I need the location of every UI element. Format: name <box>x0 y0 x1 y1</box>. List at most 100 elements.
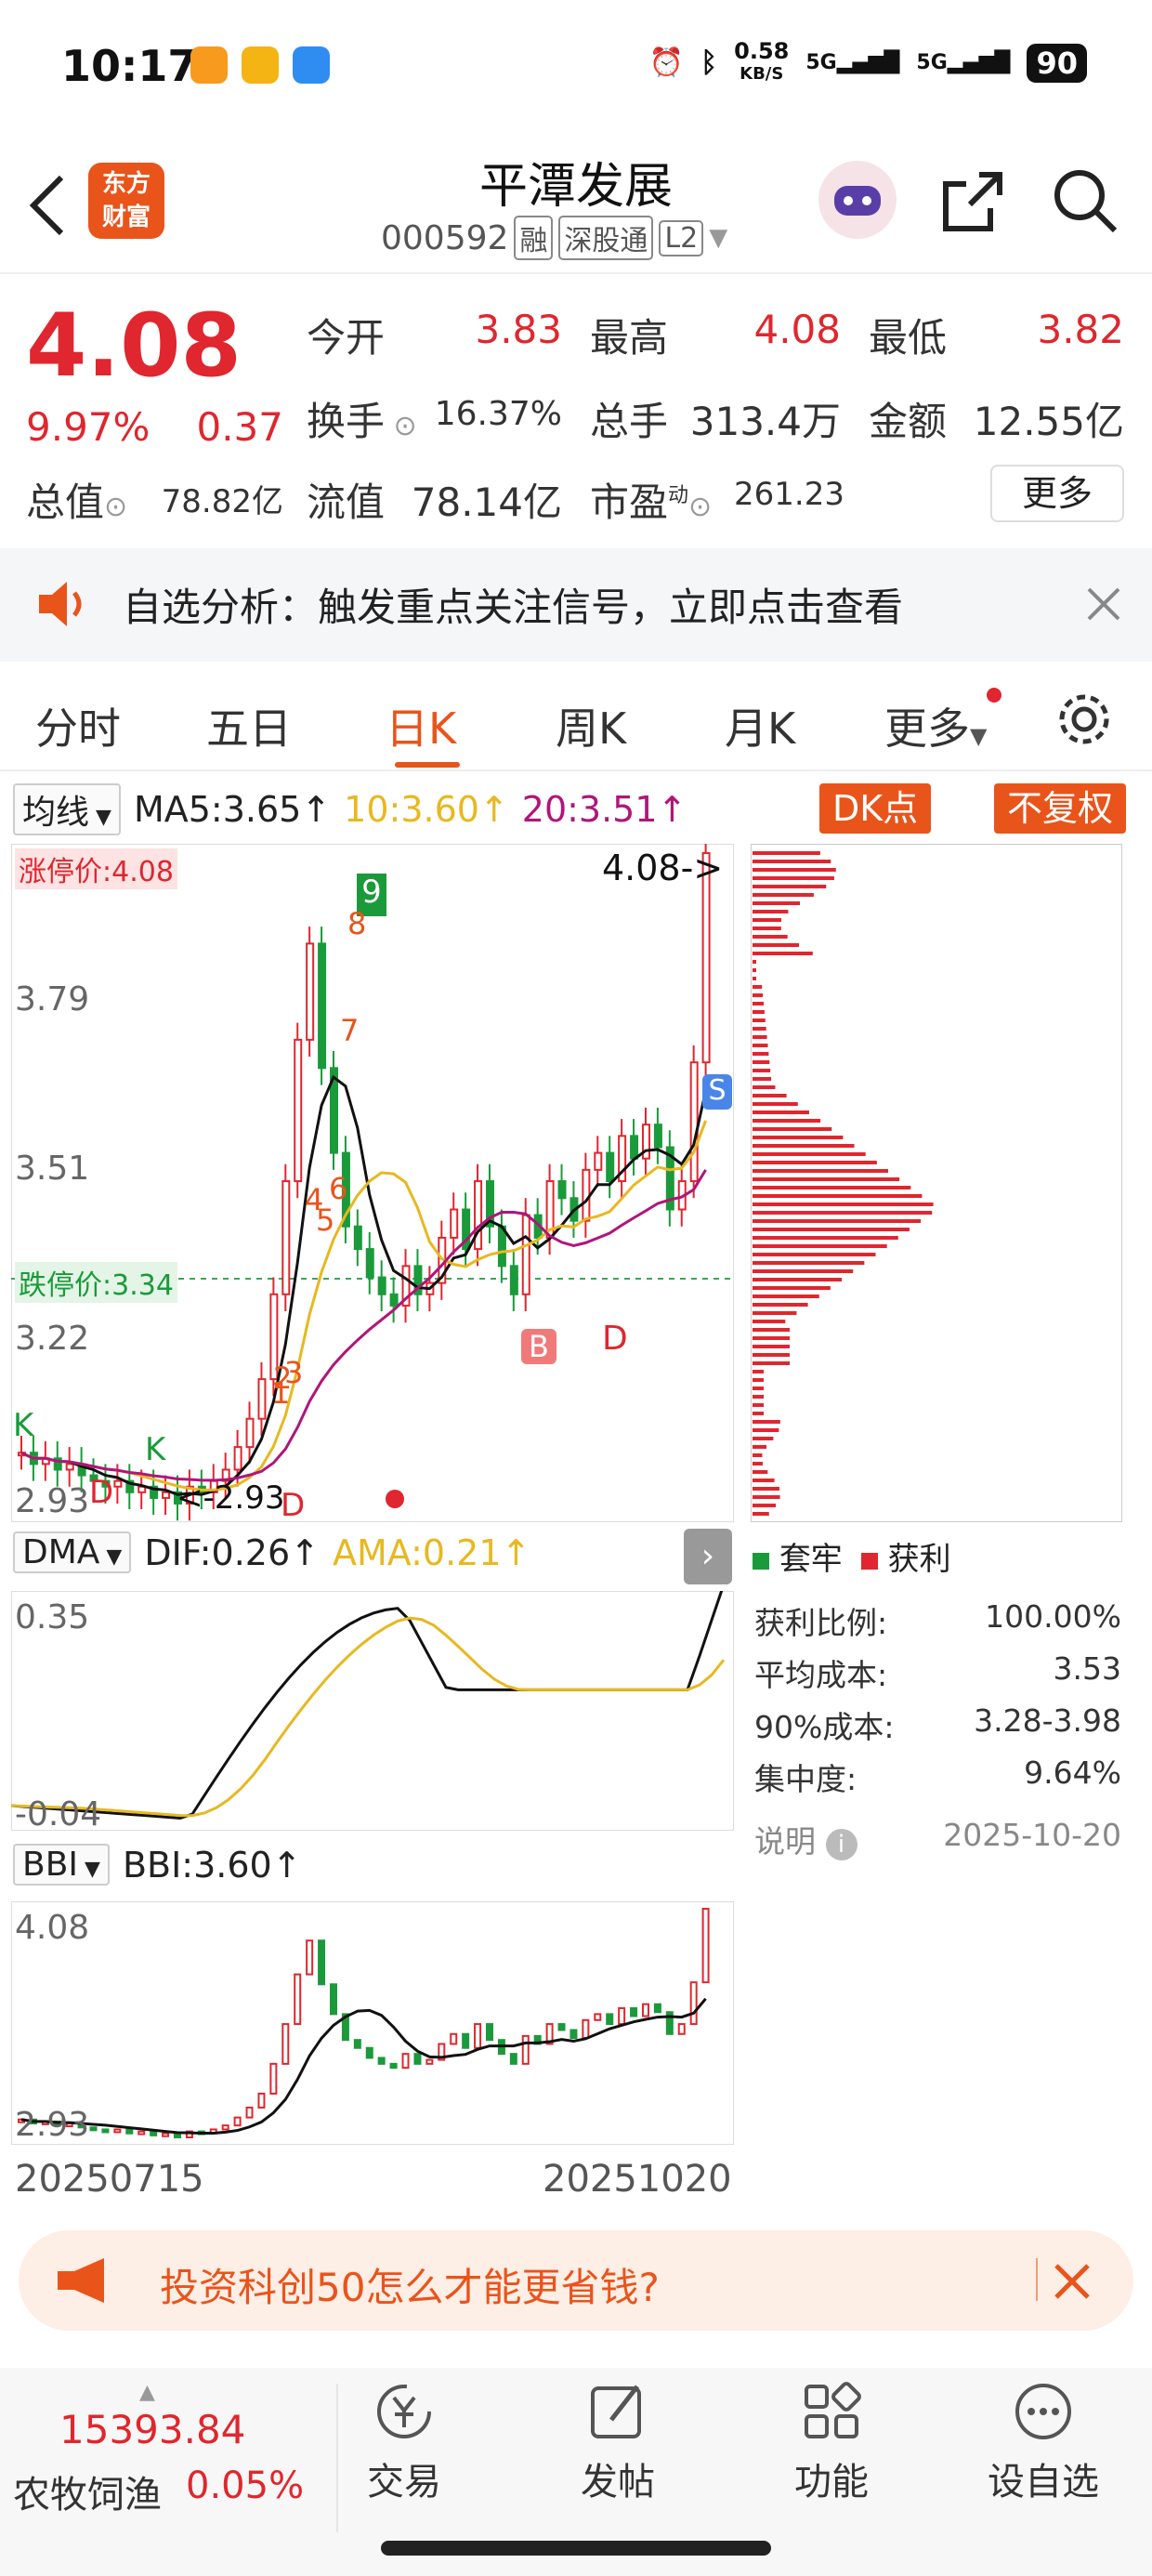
up-caret-icon: ▲ <box>139 2381 155 2404</box>
high-tag: 4.08-> <box>602 848 724 888</box>
analysis-banner[interactable]: 自选分析：触发重点关注信号，立即点击查看 <box>0 548 1152 662</box>
dma-selector[interactable]: DMA ▼ <box>13 1531 132 1573</box>
stock-code-row[interactable]: 000592 融 深股通 L2 ▼ <box>381 216 727 260</box>
last-price: 4.08 <box>26 296 242 397</box>
bbi-candle <box>137 2130 146 2136</box>
d-marker-2: D <box>89 1474 114 1511</box>
chip-bar <box>753 910 789 913</box>
signal-marker-7: 7 <box>340 1013 360 1048</box>
bbi-y-bottom: 2.93 <box>15 2106 90 2144</box>
amount-value: 12.55亿 <box>973 399 1124 444</box>
chip-bar <box>753 1378 764 1382</box>
y-label-2: 3.51 <box>15 1150 90 1188</box>
amount-label: 金额 <box>869 399 948 444</box>
chip-bar <box>753 860 831 863</box>
app-icon-3 <box>293 46 330 84</box>
dma-y-bottom: -0.04 <box>15 1795 102 1833</box>
candle-body <box>113 1479 123 1488</box>
chip-bar <box>753 1069 771 1072</box>
panel-switch-arrow-icon[interactable]: › <box>684 1529 732 1584</box>
sell-marker: S <box>702 1074 732 1110</box>
chip-bar <box>753 1412 764 1415</box>
legend-profit: 获利 <box>860 1533 951 1579</box>
bbi-chart[interactable] <box>11 1901 734 2145</box>
chip-legend: 套牢 获利 <box>753 1533 951 1579</box>
index-value[interactable]: 15393.84 <box>59 2407 245 2452</box>
indicator-selector[interactable]: 均线 ▼ <box>13 783 121 835</box>
bbi-candle <box>162 2132 170 2137</box>
promo-bar[interactable]: 投资科创50怎么才能更省钱? <box>19 2230 1133 2331</box>
dma-chart[interactable] <box>11 1591 734 1831</box>
close-icon[interactable] <box>1085 585 1122 623</box>
bbi-candle <box>257 2092 266 2109</box>
active-tab-indicator <box>395 762 460 768</box>
chip-bar <box>753 1428 779 1432</box>
chip-bar <box>753 943 800 947</box>
chip-bar <box>753 1253 876 1256</box>
chip-bar <box>753 1328 790 1332</box>
share-icon[interactable] <box>938 165 1009 236</box>
promo-close-icon[interactable] <box>1053 2262 1092 2301</box>
chip-bar <box>753 1119 821 1123</box>
speaker-icon <box>39 582 82 626</box>
chip-bar <box>753 1236 898 1240</box>
chip-bar <box>753 1177 900 1181</box>
open-label: 今开 <box>307 315 386 361</box>
signal-marker-8: 8 <box>347 906 367 941</box>
chip-distribution-chart[interactable] <box>751 844 1122 1522</box>
turnover-value: 16.37% <box>434 395 562 433</box>
bbi-candle <box>281 2023 290 2065</box>
chip-bar <box>753 1504 776 1507</box>
nav-post[interactable]: 发帖 <box>548 2379 687 2505</box>
bbi-candle <box>450 2032 458 2045</box>
date-start: 20250715 <box>15 2158 204 2201</box>
chip-bar <box>753 1203 934 1206</box>
tab-monthly-k[interactable]: 月K <box>725 695 795 756</box>
dk-point-button[interactable]: DK点 <box>819 783 932 834</box>
promo-divider <box>1036 2258 1038 2301</box>
bbi-candle <box>485 2023 493 2042</box>
chip-bar <box>753 1336 790 1340</box>
pe-value: 261.23 <box>734 476 844 513</box>
candle-body <box>450 1208 459 1239</box>
nav-functions[interactable]: 功能 <box>762 2379 901 2505</box>
chip-bar <box>753 1437 774 1440</box>
more-quote-button[interactable]: 更多 <box>990 465 1124 522</box>
megaphone-icon <box>58 2258 104 2303</box>
tab-daily-k[interactable]: 日K <box>386 695 456 756</box>
candle-body <box>162 1491 171 1499</box>
bbi-candle <box>462 2032 470 2049</box>
candle-body <box>653 1124 662 1149</box>
bbi-candle <box>653 2003 661 2014</box>
y-label-4: 2.93 <box>15 1482 90 1520</box>
limit-down-label: 跌停价:3.34 <box>15 1262 177 1303</box>
candle-body <box>294 1038 303 1183</box>
chip-bar <box>753 1353 790 1357</box>
chip-bar <box>753 1479 775 1482</box>
candle-body <box>65 1463 74 1471</box>
tab-weekly-k[interactable]: 周K <box>556 695 626 756</box>
candle-body <box>233 1446 242 1471</box>
adjust-button[interactable]: 不复权 <box>994 783 1127 834</box>
kline-chart[interactable] <box>11 844 734 1522</box>
nav-add-watchlist[interactable]: 设自选 <box>974 2379 1113 2505</box>
chip-bar <box>753 1487 779 1491</box>
bbi-selector[interactable]: BBI ▼ <box>13 1844 110 1886</box>
nav-trade[interactable]: 交易 <box>334 2379 474 2505</box>
chip-note-row[interactable]: 说明 i 2025-10-20 <box>754 1817 1121 1861</box>
mcap-value: 78.82亿 <box>161 483 283 520</box>
bbi-candle <box>557 2023 566 2031</box>
tab-intraday[interactable]: 分时 <box>35 695 121 756</box>
chip-bar <box>753 1194 923 1198</box>
candle-body <box>689 1061 699 1183</box>
settings-gear-icon[interactable] <box>1054 690 1114 749</box>
index-name[interactable]: 农牧饲渔 <box>13 2464 162 2518</box>
tab-more[interactable]: 更多▼ <box>884 695 987 756</box>
bbi-candle <box>641 2003 649 2017</box>
tab-five-day[interactable]: 五日 <box>206 695 292 756</box>
stock-code: 000592 <box>381 218 509 257</box>
chip-bar <box>753 1052 769 1056</box>
robot-assistant-icon[interactable] <box>818 160 897 240</box>
chip-bar <box>753 1152 866 1156</box>
search-icon[interactable] <box>1050 165 1120 236</box>
